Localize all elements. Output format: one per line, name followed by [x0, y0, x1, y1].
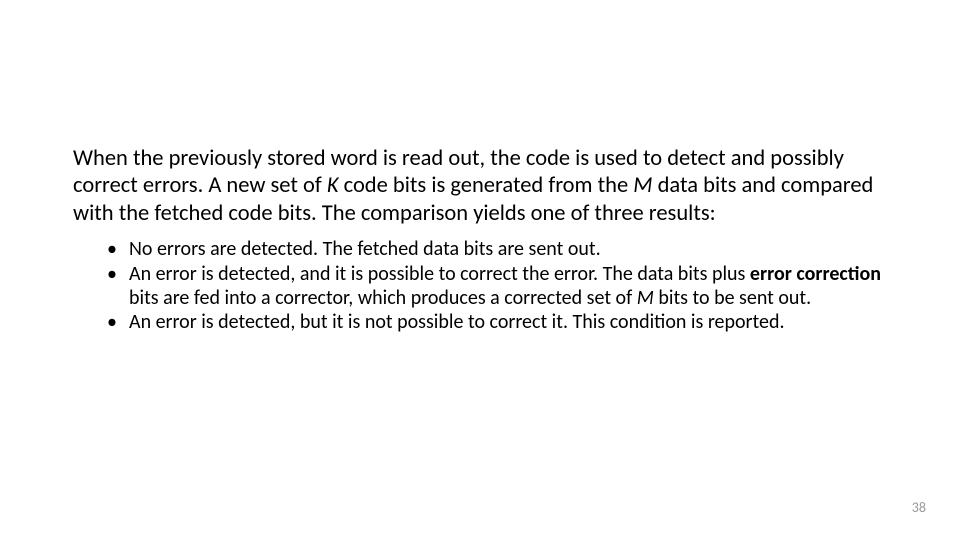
bullet-m: M — [637, 286, 654, 310]
page-number: 38 — [912, 499, 926, 516]
intro-m: M — [633, 172, 652, 199]
bullet-text-pre: An error is detected, and it is possible… — [129, 262, 750, 286]
list-item: An error is detected, and it is possible… — [129, 262, 893, 311]
bullet-text-mid: bits are fed into a corrector, which pro… — [129, 286, 637, 310]
intro-paragraph: When the previously stored word is read … — [73, 145, 893, 227]
intro-text-mid: code bits is generated from the — [339, 172, 634, 199]
bullet-list: No errors are detected. The fetched data… — [73, 237, 893, 335]
intro-k: K — [327, 172, 339, 199]
bullet-text-post: bits to be sent out. — [654, 286, 811, 310]
bullet-text: An error is detected, but it is not poss… — [129, 310, 785, 334]
slide-content: When the previously stored word is read … — [73, 145, 893, 335]
bullet-text: No errors are detected. The fetched data… — [129, 237, 601, 261]
list-item: No errors are detected. The fetched data… — [129, 237, 893, 261]
bullet-bold: error correction — [750, 262, 881, 286]
list-item: An error is detected, but it is not poss… — [129, 310, 893, 334]
